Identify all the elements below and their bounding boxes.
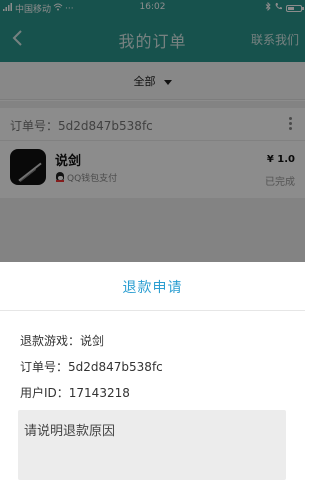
refund-order-row: 订单号：5d2d847b538fc (20, 360, 163, 374)
refund-game-row: 退款游戏：说剑 (20, 334, 105, 348)
divider (0, 310, 305, 311)
refund-user-row: 用户ID：17143218 (20, 386, 130, 400)
refund-reason-input[interactable]: 请说明退款原因 (18, 410, 286, 480)
modal-backdrop[interactable] (0, 0, 305, 262)
refund-sheet-title: 退款申请 (122, 280, 183, 296)
refund-sheet: 退款申请 退款游戏：说剑 订单号：5d2d847b538fc 用户ID：1714… (0, 262, 305, 484)
